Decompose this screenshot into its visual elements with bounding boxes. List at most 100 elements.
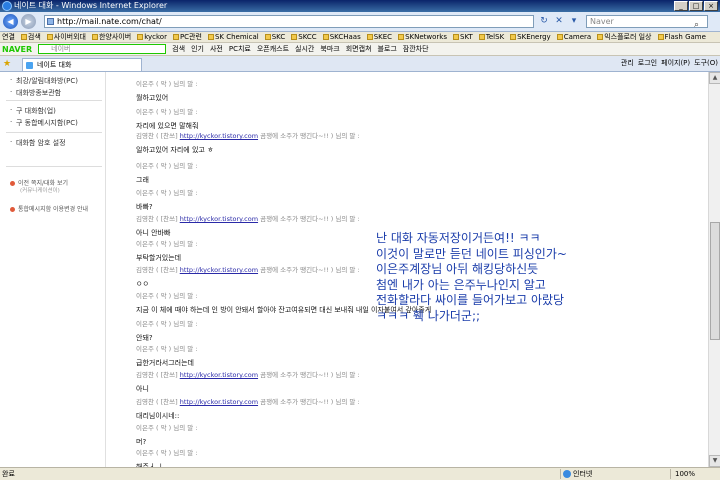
forward-button[interactable]: ▶ (21, 14, 36, 29)
naver-toolbar-item[interactable]: 회면캡쳐 (343, 44, 375, 54)
naver-toolbar-item[interactable]: PC치료 (226, 44, 254, 54)
favorite-link[interactable]: 검색 (19, 32, 43, 42)
message-sender: 이은주 ( 악 ) 님의 말 : (136, 343, 198, 353)
sidebar-menu-item[interactable]: 구 동합메시지함(PC) (10, 118, 78, 128)
zoom-level[interactable]: 100% (670, 469, 718, 479)
chat-message: 이은주 ( 악 ) 님의 말 : 월하고있어 (136, 78, 198, 103)
favorite-label: SKEnergy (517, 33, 551, 41)
message-sender: 김영찬 ( [찬쓰] http://kyckor.tistory.com 곰쟁에… (136, 213, 360, 223)
naver-toolbar-item[interactable]: 오픈캐스트 (254, 44, 292, 54)
favorite-link[interactable]: SKCC (289, 33, 318, 41)
title-bar: 네이트 대화 - Windows Internet Explorer _ □ × (0, 0, 720, 12)
favorite-link[interactable]: PC관련 (171, 32, 204, 42)
message-sender: 이은주 ( 악 ) 님의 말 : (136, 238, 198, 248)
naver-toolbar-item[interactable]: 인기 (188, 44, 207, 54)
sidebar-link-sub: (커뮤니케이션이) (20, 188, 60, 194)
favorite-link[interactable]: 익스플로러 일상 (595, 32, 653, 42)
favorite-link[interactable]: TelSK (477, 33, 506, 41)
favorite-link[interactable]: Flash Game (656, 33, 708, 41)
message-body: 부탁할거있는데 (136, 254, 182, 262)
tab-tool-item[interactable]: 관리 (621, 58, 634, 68)
naver-toolbar-item[interactable]: 검색 (169, 44, 188, 54)
favorite-link[interactable]: SK Chemical (206, 33, 261, 41)
naver-search-input[interactable]: 네이버 (38, 44, 167, 54)
favorite-link[interactable]: 연결 (0, 32, 17, 42)
naver-toolbar-item[interactable]: 사전 (207, 44, 226, 54)
sender-suffix: 곰쟁에 소주가 땡긴다~!! ) 님의 말 : (258, 371, 360, 379)
chat-message: 이은주 ( 악 ) 님의 말 : 급한거라서그러는데 (136, 343, 198, 368)
folder-icon (510, 34, 517, 40)
sidebar-link[interactable]: 통합메시지함 이용변경 안내 (10, 204, 88, 213)
favorite-link[interactable]: SKT (451, 33, 475, 41)
overlay-line: 첨엔 내가 아는 은주누나인지 알고 (376, 277, 546, 292)
scroll-thumb[interactable] (710, 222, 720, 340)
favorite-link[interactable]: 한양사이버 (90, 32, 133, 42)
message-sender: 이은주 ( 악 ) 님의 말 : (136, 447, 198, 457)
favorite-link[interactable]: Camera (555, 33, 593, 41)
folder-icon (20, 34, 27, 40)
refresh-icon[interactable]: ↻ (538, 15, 550, 27)
message-sender: 이은주 ( 악 ) 님의 말 : (136, 422, 198, 432)
sender-name: 이은주 ( 악 ) 님의 말 : (136, 240, 198, 248)
favorites-star-icon[interactable]: ★ (3, 59, 11, 69)
chat-message: 이은주 ( 악 ) 님의 말 : 해주ㅓ ㅣ (136, 447, 198, 467)
favorite-link[interactable]: kyckor (135, 33, 169, 41)
favorites-bar: 연결 검색 사이버외대 한양사이버 kyckor PC관련 SK Chemical SKC SK… (0, 32, 720, 43)
search-input[interactable]: Naver ⌕ (586, 15, 708, 31)
favorite-label: Flash Game (664, 33, 706, 41)
scroll-down-icon[interactable]: ▼ (709, 455, 720, 467)
sender-name: 이은주 ( 악 ) 님의 말 : (136, 424, 198, 432)
vertical-scrollbar[interactable]: ▲ ▼ (708, 72, 720, 467)
naver-toolbar-item[interactable]: 블로그 (374, 44, 399, 54)
sidebar-menu-item[interactable]: 최강/알림대화방(PC) (10, 76, 78, 86)
ie-icon (2, 1, 12, 11)
url-text: http://mail.nate.com/chat/ (57, 17, 162, 26)
minimize-button[interactable]: _ (674, 1, 688, 11)
tab-tools: 관리 로그인 페이지(P) 도구(O) (621, 58, 718, 68)
close-button[interactable]: × (704, 1, 718, 11)
annotation-overlay: 난 대화 자동저장이거든여!! ㅋㅋ 이것이 말로만 듣던 네이트 피싱인가~ 이은… (376, 231, 567, 324)
chat-message: 김영찬 ( [찬쓰] http://kyckor.tistory.com 곰쟁에… (136, 369, 360, 394)
sender-blog-link[interactable]: http://kyckor.tistory.com (180, 215, 258, 223)
zoom-label: 100% (675, 470, 696, 478)
naver-toolbar-item[interactable]: 실시간 (292, 44, 317, 54)
naver-logo: NAVER (2, 44, 33, 54)
sender-blog-link[interactable]: http://kyckor.tistory.com (180, 398, 258, 406)
sidebar-menu-item[interactable]: 대화함 암호 설정 (10, 138, 65, 148)
stop-icon[interactable]: ✕ (553, 15, 565, 27)
tab-nate-chat[interactable]: 네이트 대화 (22, 58, 142, 71)
sidebar-divider (6, 166, 102, 167)
chat-message: 김영찬 ( [찬쓰] http://kyckor.tistory.com 곰쟁에… (136, 396, 360, 421)
sidebar-menu-item[interactable]: 구 대화함(업) (10, 106, 56, 116)
favorite-link[interactable]: SKEnergy (508, 33, 553, 41)
back-button[interactable]: ◀ (3, 14, 18, 29)
tab-label: 네이트 대화 (37, 61, 72, 69)
naver-toolbar-item[interactable]: 잠깐차단 (400, 44, 432, 54)
status-bar: 완료 인터넷 100% (0, 467, 720, 480)
favorite-link[interactable]: 사이버외대 (45, 32, 88, 42)
tab-tool-item[interactable]: 페이지(P) (661, 58, 690, 68)
naver-toolbar-item[interactable]: 북마크 (317, 44, 342, 54)
url-input[interactable]: http://mail.nate.com/chat/ (44, 15, 534, 28)
tab-tool-item[interactable]: 로그인 (638, 58, 657, 68)
maximize-button[interactable]: □ (689, 1, 703, 11)
scroll-up-icon[interactable]: ▲ (709, 72, 720, 84)
sender-blog-link[interactable]: http://kyckor.tistory.com (180, 371, 258, 379)
search-icon[interactable]: ⌕ (694, 19, 704, 31)
sender-blog-link[interactable]: http://kyckor.tistory.com (180, 132, 258, 140)
overlay-line: ㅋㅋㅋ 훽 나가더군;; (376, 308, 481, 323)
folder-icon (597, 34, 604, 40)
sidebar-menu-item[interactable]: 대화방종보관함 (10, 88, 61, 98)
favorite-link[interactable]: SKNetworks (396, 33, 449, 41)
favorite-label: SKEC (373, 33, 393, 41)
window-title: 네이트 대화 - Windows Internet Explorer (14, 1, 168, 10)
overlay-line: 전화할라다 싸이를 들어가보고 아랐당 (376, 293, 565, 307)
favorite-link[interactable]: SKCHaas (321, 33, 363, 41)
tab-tool-item[interactable]: 도구(O) (694, 58, 718, 68)
sender-blog-link[interactable]: http://kyckor.tistory.com (180, 266, 258, 274)
favorite-link[interactable]: SKEC (365, 33, 394, 41)
folder-icon (556, 34, 563, 40)
favorite-link[interactable]: SKC (263, 33, 288, 41)
folder-icon (453, 34, 459, 40)
dropdown-icon[interactable]: ▾ (568, 15, 580, 27)
